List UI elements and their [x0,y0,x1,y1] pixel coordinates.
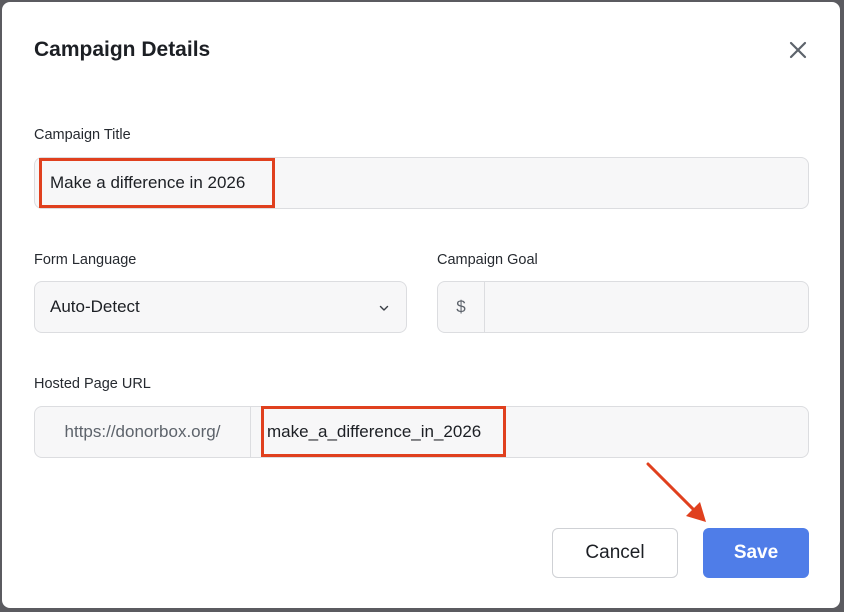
hosted-page-url-label: Hosted Page URL [34,376,151,392]
url-slug-input[interactable]: make_a_difference_in_2026 [267,422,481,442]
currency-prefix: $ [438,282,485,332]
chevron-down-icon [379,305,389,311]
campaign-title-label: Campaign Title [34,127,131,143]
arrow-icon [646,462,706,522]
form-language-label: Form Language [34,252,137,268]
close-icon [789,41,807,59]
campaign-details-modal: Campaign Details Campaign Title Make a d… [2,2,840,608]
campaign-goal-field: $ [437,281,809,333]
form-language-select[interactable]: Auto-Detect [34,281,407,333]
campaign-title-value: Make a difference in 2026 [50,173,246,192]
close-button[interactable] [786,38,810,62]
save-button[interactable]: Save [703,528,809,578]
hosted-page-url-field: https://donorbox.org/ make_a_difference_… [34,406,809,458]
cancel-button[interactable]: Cancel [552,528,678,578]
campaign-title-input[interactable]: Make a difference in 2026 [34,157,809,209]
form-language-selected: Auto-Detect [50,297,140,316]
modal-title: Campaign Details [34,38,211,61]
campaign-goal-label: Campaign Goal [437,252,538,268]
url-prefix: https://donorbox.org/ [35,407,251,457]
